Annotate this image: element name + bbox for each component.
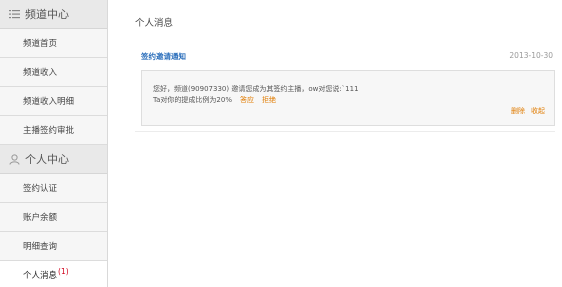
sidebar-item-label: 频道收入明细	[23, 97, 75, 107]
sidebar-item-label: 账户余额	[23, 213, 58, 223]
main-content: 个人消息 签约邀请通知 2013-10-30 您好，频道(90907330) 邀…	[108, 0, 562, 287]
message-text-line1: 您好，频道(90907330) 邀请您成为其签约主播，ow对您说:`111	[153, 85, 359, 93]
commission-text: Ta对你的提成比例为20%	[153, 96, 232, 104]
sidebar: 频道中心 频道首页 频道收入 频道收入明细 主播签约审批 个人中心 签约认证 账…	[0, 0, 108, 287]
sidebar-item-label: 明细查询	[23, 242, 58, 252]
sidebar-item-anchor-signing-approval[interactable]: 主播签约审批	[0, 116, 107, 145]
person-icon	[8, 153, 20, 165]
sidebar-item-label: 频道收入	[23, 68, 58, 78]
sidebar-item-label: 频道首页	[23, 39, 58, 49]
delete-link[interactable]: 删除	[511, 107, 525, 115]
reject-link[interactable]: 拒绝	[262, 96, 276, 104]
sidebar-item-label: 主播签约审批	[23, 126, 75, 136]
message-text-line2: Ta对你的提成比例为20% 答应 拒绝	[153, 95, 276, 105]
message-actions: 删除 收起	[505, 106, 545, 116]
section-header-personal-center: 个人中心	[0, 145, 107, 174]
accept-link[interactable]: 答应	[240, 96, 254, 104]
sidebar-item-channel-income-detail[interactable]: 频道收入明细	[0, 87, 107, 116]
sidebar-item-detail-query[interactable]: 明细查询	[0, 232, 107, 261]
message-body: 您好，频道(90907330) 邀请您成为其签约主播，ow对您说:`111 Ta…	[141, 70, 555, 126]
sidebar-item-signing-verification[interactable]: 签约认证	[0, 174, 107, 203]
sidebar-item-label: 个人消息	[23, 270, 58, 281]
message-header: 签约邀请通知 2013-10-30	[141, 51, 553, 63]
section-title: 频道中心	[25, 8, 69, 21]
sidebar-item-account-balance[interactable]: 账户余额	[0, 203, 107, 232]
page-title: 个人消息	[135, 18, 174, 29]
divider	[135, 131, 555, 132]
sidebar-item-channel-income[interactable]: 频道收入	[0, 58, 107, 87]
sidebar-item-channel-home[interactable]: 频道首页	[0, 29, 107, 58]
sidebar-item-label: 签约认证	[23, 184, 58, 194]
message-date: 2013-10-30	[509, 51, 553, 60]
section-title: 个人中心	[25, 153, 69, 166]
collapse-link[interactable]: 收起	[531, 107, 545, 115]
list-icon	[8, 8, 20, 20]
section-header-channel-center: 频道中心	[0, 0, 107, 29]
message-type-link[interactable]: 签约邀请通知	[141, 51, 186, 62]
sidebar-item-personal-messages[interactable]: 个人消息 (1)	[0, 261, 107, 287]
unread-badge: (1)	[58, 267, 69, 276]
